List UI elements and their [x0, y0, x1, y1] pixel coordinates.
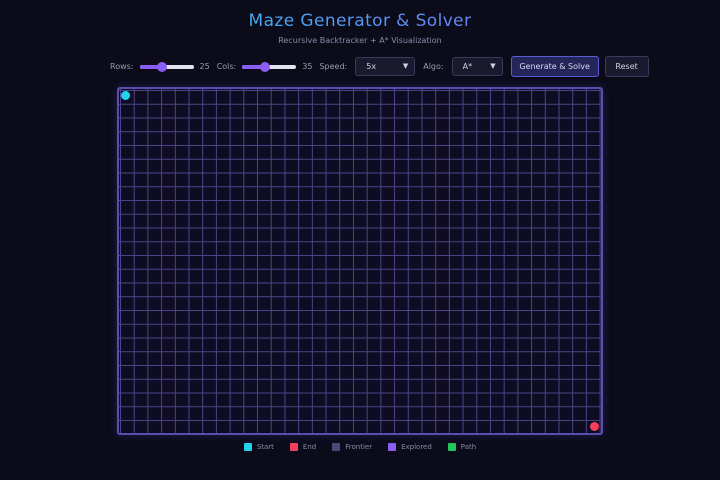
page-subtitle: Recursive Backtracker + A* Visualization	[278, 36, 442, 45]
controls-bar: Rows: 25 Cols: 35 Speed: 5x ▼ Algo: A* ▼…	[110, 56, 649, 77]
legend-swatch	[447, 443, 456, 451]
legend-item-explored: Explored	[388, 443, 432, 451]
legend: Start End Frontier Explored Path	[0, 443, 720, 451]
legend-item-start: Start	[243, 443, 274, 451]
reset-button[interactable]: Reset	[604, 56, 649, 77]
speed-label: Speed:	[319, 62, 348, 71]
cols-slider-thumb[interactable]	[259, 61, 270, 72]
cols-slider[interactable]	[242, 61, 297, 72]
algo-select[interactable]: A* ▼	[451, 57, 503, 76]
legend-label: End	[302, 443, 317, 451]
chevron-down-icon: ▼	[402, 62, 409, 70]
algo-label: Algo:	[423, 62, 444, 71]
chevron-down-icon: ▼	[490, 62, 496, 70]
rows-value: 25	[199, 62, 210, 71]
cols-label: Cols:	[216, 62, 237, 71]
legend-swatch	[388, 443, 397, 451]
legend-label: Path	[460, 443, 477, 451]
speed-select[interactable]: 5x ▼	[355, 57, 416, 76]
legend-swatch	[289, 443, 298, 451]
page-title: Maze Generator & Solver	[0, 11, 720, 31]
end-marker	[590, 422, 599, 431]
start-marker	[121, 91, 130, 100]
cols-value: 35	[302, 62, 313, 71]
maze-canvas[interactable]	[117, 87, 603, 435]
legend-label: Frontier	[345, 443, 373, 451]
legend-item-path: Path	[447, 443, 477, 451]
rows-slider[interactable]	[139, 61, 194, 72]
rows-slider-thumb[interactable]	[157, 61, 168, 72]
legend-swatch	[332, 443, 341, 451]
legend-swatch	[243, 443, 252, 451]
legend-label: Start	[256, 443, 274, 451]
generate-solve-button[interactable]: Generate & Solve	[510, 56, 599, 77]
legend-label: Explored	[401, 443, 432, 451]
legend-item-frontier: Frontier	[332, 443, 372, 451]
rows-label: Rows:	[110, 62, 134, 71]
legend-item-end: End	[289, 443, 317, 451]
speed-select-value: 5x	[366, 62, 377, 71]
algo-select-value: A*	[462, 62, 473, 71]
